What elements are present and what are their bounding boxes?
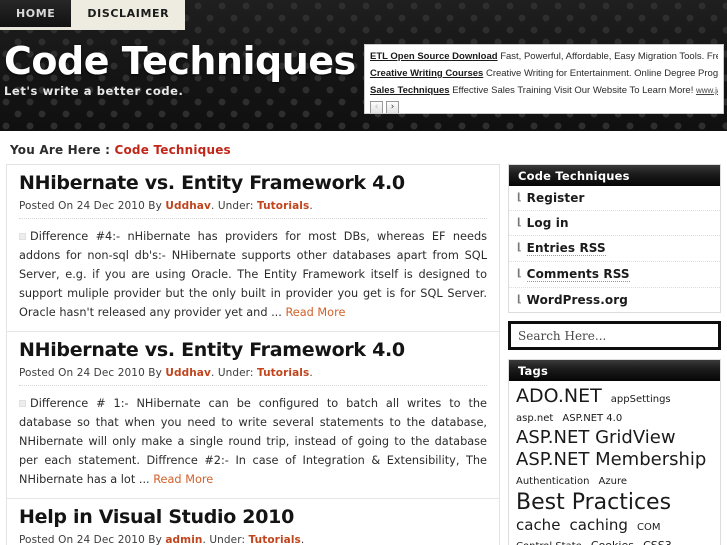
- tag-link[interactable]: ASP.NET GridView: [516, 427, 676, 448]
- sidebar-link-label: Log in: [526, 216, 569, 230]
- post-excerpt: Difference #4:- nHibernate has providers…: [19, 227, 487, 331]
- post-title[interactable]: NHibernate vs. Entity Framework 4.0: [19, 172, 487, 195]
- sidebar-link-wordpress-org[interactable]: ⌊ WordPress.org: [509, 288, 720, 312]
- search-input[interactable]: [511, 324, 718, 347]
- tags-widget-title: Tags: [508, 359, 721, 381]
- tag-link[interactable]: ASP.NET Membership: [516, 449, 706, 470]
- corner-tick-icon: ⌊: [517, 242, 522, 253]
- tag-link[interactable]: appSettings: [611, 394, 671, 405]
- ad-url[interactable]: www.janek.com: [696, 86, 718, 95]
- corner-tick-icon: ⌊: [517, 191, 522, 203]
- tag-cloud: ADO.NET appSettings asp.net ASP.NET 4.0 …: [509, 381, 720, 545]
- nav-item-home[interactable]: HOME: [0, 0, 72, 30]
- post-excerpt-text: Difference # 1:- NHibernate can be confi…: [19, 396, 487, 486]
- ad-text: Fast, Powerful, Affordable, Easy Migrati…: [500, 51, 718, 62]
- ad-title[interactable]: Creative Writing Courses: [370, 68, 483, 79]
- breadcrumb-prefix: You Are Here :: [10, 143, 111, 157]
- site-header: HOME DISCLAIMER Code Techniques Let's wr…: [0, 0, 727, 131]
- tag-link[interactable]: COM: [637, 522, 660, 533]
- post-category-link[interactable]: Tutorials: [257, 367, 309, 379]
- main-content: NHibernate vs. Entity Framework 4.0 Post…: [6, 164, 500, 545]
- site-title[interactable]: Code Techniques: [4, 42, 356, 80]
- corner-tick-icon: ⌊: [517, 293, 522, 305]
- tag-link[interactable]: CSS3: [643, 539, 672, 545]
- sidebar-link-label: WordPress.org: [526, 293, 628, 307]
- read-more-link[interactable]: Read More: [285, 306, 345, 319]
- breadcrumb-current[interactable]: Code Techniques: [114, 143, 230, 157]
- post-meta: Posted On 24 Dec 2010 By Uddhav. Under: …: [19, 367, 487, 386]
- ad-row: Sales Techniques Effective Sales Trainin…: [370, 82, 718, 99]
- tag-link[interactable]: ASP.NET 4.0: [562, 413, 622, 424]
- advertisement-block: ETL Open Source Download Fast, Powerful,…: [364, 44, 724, 114]
- ad-prev-arrow-icon[interactable]: ‹: [370, 101, 383, 113]
- nav-item-disclaimer[interactable]: DISCLAIMER: [71, 0, 186, 30]
- tag-link[interactable]: Azure: [599, 476, 627, 487]
- page-body: You Are Here : Code Techniques NHibernat…: [0, 131, 727, 545]
- nav-item-disclaimer-label: DISCLAIMER: [87, 7, 170, 20]
- post-meta-mid: . Under:: [210, 199, 257, 212]
- tags-widget: Tags ADO.NET appSettings asp.net ASP.NET…: [508, 359, 721, 545]
- primary-navigation: HOME DISCLAIMER: [0, 0, 186, 30]
- post-meta-prefix: Posted On 24 Dec 2010 By: [19, 533, 166, 545]
- post-article: NHibernate vs. Entity Framework 4.0 Post…: [7, 165, 499, 331]
- ad-title[interactable]: ETL Open Source Download: [370, 51, 498, 62]
- bullet-icon: [19, 232, 26, 240]
- post-category-link[interactable]: Tutorials: [257, 200, 309, 212]
- tag-link[interactable]: asp.net: [516, 413, 553, 424]
- sidebar-link-login[interactable]: ⌊ Log in: [509, 211, 720, 236]
- tag-link[interactable]: ADO.NET: [516, 385, 602, 407]
- post-title[interactable]: Help in Visual Studio 2010: [19, 506, 487, 529]
- sidebar-link-comments-rss[interactable]: ⌊ Comments RSS: [509, 262, 720, 288]
- post-meta-suffix: .: [309, 366, 313, 379]
- sidebar-link-label: Register: [526, 191, 585, 205]
- site-tagline: Let's write a better code.: [4, 84, 184, 98]
- post-article: Help in Visual Studio 2010 Posted On 24 …: [7, 499, 499, 545]
- meta-widget: Code Techniques ⌊ Register ⌊ Log in ⌊ En…: [508, 164, 721, 313]
- post-meta-mid: . Under:: [210, 366, 257, 379]
- bullet-icon: [19, 399, 26, 407]
- post-meta-mid: . Under:: [202, 533, 249, 545]
- search-box[interactable]: [508, 321, 721, 350]
- post-title[interactable]: NHibernate vs. Entity Framework 4.0: [19, 339, 487, 362]
- meta-widget-title: Code Techniques: [508, 164, 721, 186]
- post-author-link[interactable]: admin: [165, 534, 202, 545]
- ad-pagination: ‹ ›: [370, 101, 718, 113]
- post-meta-prefix: Posted On 24 Dec 2010 By: [19, 199, 166, 212]
- nav-item-home-label: HOME: [16, 7, 56, 20]
- sidebar-link-register[interactable]: ⌊ Register: [509, 186, 720, 211]
- tag-link[interactable]: Best Practices: [516, 490, 671, 515]
- sidebar-link-entries-rss[interactable]: ⌊ Entries RSS: [509, 236, 720, 262]
- post-meta-suffix: .: [309, 199, 313, 212]
- post-excerpt: Difference # 1:- NHibernate can be confi…: [19, 394, 487, 498]
- post-meta: Posted On 24 Dec 2010 By admin. Under: T…: [19, 534, 487, 545]
- tag-link[interactable]: Control State: [516, 541, 582, 545]
- tags-widget-body: ADO.NET appSettings asp.net ASP.NET 4.0 …: [508, 381, 721, 545]
- post-author-link[interactable]: Uddhav: [165, 200, 211, 212]
- post-category-link[interactable]: Tutorials: [249, 534, 301, 545]
- ad-text: Effective Sales Training Visit Our Websi…: [452, 85, 694, 96]
- ad-row: Creative Writing Courses Creative Writin…: [370, 65, 718, 82]
- corner-tick-icon: ⌊: [517, 268, 522, 279]
- tag-link[interactable]: cache: [516, 516, 560, 534]
- ad-row: ETL Open Source Download Fast, Powerful,…: [370, 48, 718, 65]
- post-meta: Posted On 24 Dec 2010 By Uddhav. Under: …: [19, 200, 487, 219]
- post-meta-suffix: .: [300, 533, 305, 545]
- tag-link[interactable]: Cookies: [591, 539, 634, 545]
- read-more-link[interactable]: Read More: [153, 473, 213, 486]
- sidebar-link-label: Entries RSS: [526, 241, 606, 256]
- sidebar-link-label: Comments RSS: [526, 267, 630, 282]
- tag-link[interactable]: Authentication: [516, 476, 589, 487]
- post-meta-prefix: Posted On 24 Dec 2010 By: [19, 366, 166, 379]
- corner-tick-icon: ⌊: [517, 216, 522, 228]
- post-excerpt-text: Difference #4:- nHibernate has providers…: [19, 229, 487, 319]
- meta-widget-body: ⌊ Register ⌊ Log in ⌊ Entries RSS ⌊ Comm…: [508, 186, 721, 313]
- ad-text: Creative Writing for Entertainment. Onli…: [485, 68, 718, 79]
- ad-next-arrow-icon[interactable]: ›: [386, 101, 399, 113]
- breadcrumb: You Are Here : Code Techniques: [10, 143, 231, 157]
- tag-link[interactable]: caching: [570, 516, 628, 534]
- post-author-link[interactable]: Uddhav: [165, 367, 211, 379]
- sidebar: Code Techniques ⌊ Register ⌊ Log in ⌊ En…: [508, 164, 721, 545]
- ad-title[interactable]: Sales Techniques: [370, 85, 450, 96]
- post-article: NHibernate vs. Entity Framework 4.0 Post…: [7, 332, 499, 498]
